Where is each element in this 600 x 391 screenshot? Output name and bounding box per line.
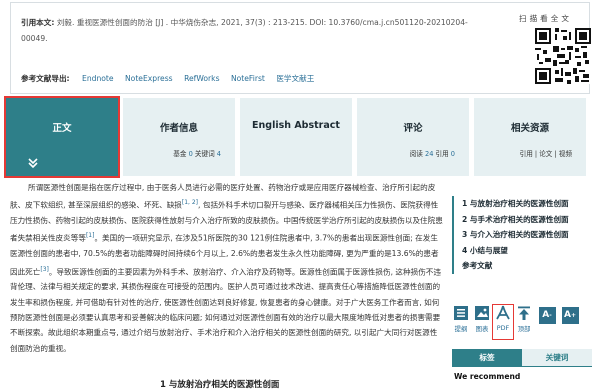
citation-content[interactable]: 刘毅. 重视医源性创面的防治 [J] . 中华烧伤杂志, 2021, 37(3)… — [21, 18, 468, 43]
tab-english-abstract-title: English Abstract — [252, 120, 340, 131]
outline-icon — [454, 306, 468, 320]
qr-code-icon — [535, 28, 591, 84]
font-increase-sign: + — [570, 312, 576, 319]
tab-author-info-title: 作者信息 — [159, 123, 198, 134]
funding-count: 0 — [188, 150, 193, 158]
article-body: 所谓医源性创面是指在医疗过程中, 由于医务人员进行必需的医疗处置、药物治疗或是应… — [10, 180, 444, 356]
tab-fulltext-title: 正文 — [52, 123, 72, 134]
double-chevron-down-icon[interactable] — [26, 156, 40, 170]
tab-comments-title: 评论 — [403, 123, 423, 134]
toc-item[interactable]: 2 与手术治疗相关的医源性创面 — [462, 212, 592, 228]
tab-related-resources-title: 相关资源 — [510, 123, 549, 134]
section-heading: 1 与放射治疗相关的医源性创面 — [160, 380, 280, 390]
figures-button[interactable]: 图表 — [473, 305, 491, 339]
funding-label: 基金 — [173, 150, 187, 158]
font-increase-button[interactable]: A+ — [561, 307, 579, 341]
read-label: 阅读 — [409, 150, 423, 158]
table-of-contents: 1 与放射治疗相关的医源性创面 2 与手术治疗相关的医源性创面 3 与介入治疗相… — [452, 196, 592, 274]
figures-label: 图表 — [475, 325, 489, 333]
citation-ref-link[interactable]: [3] — [40, 266, 49, 273]
font-decrease-sign: - — [549, 312, 552, 319]
font-decrease-icon: A- — [538, 307, 556, 324]
recommend-divider — [452, 366, 592, 367]
export-endnote-link[interactable]: Endnote — [82, 74, 114, 83]
citation-label: 引用本文: — [21, 18, 55, 27]
reference-export-row: 参考文献导出: Endnote NoteExpress RefWorks Not… — [21, 73, 323, 84]
export-noteexpress-link[interactable]: NoteExpress — [125, 74, 173, 83]
tab-comments-stats: 阅读 24 引用 0 — [410, 148, 455, 158]
font-increase-icon: A+ — [561, 307, 579, 324]
tab-english-abstract[interactable]: English Abstract — [240, 98, 352, 176]
recommend-tab-bar: 标签 关键词 — [452, 349, 592, 366]
image-icon — [475, 306, 489, 320]
citation-box: 引用本文: 刘毅. 重视医源性创面的防治 [J] . 中华烧伤杂志, 2021,… — [10, 2, 591, 94]
font-increase-letter: A — [564, 310, 571, 320]
tab-related-resources-links[interactable]: 引用 | 论文 | 视频 — [520, 148, 572, 158]
reference-export-label: 参考文献导出: — [21, 74, 70, 83]
font-decrease-button[interactable]: A- — [538, 307, 556, 341]
tab-author-info-stats: 基金 0 关键词 4 — [173, 148, 221, 158]
tab-author-info[interactable]: 作者信息 基金 0 关键词 4 — [123, 98, 235, 176]
export-refworks-link[interactable]: RefWorks — [184, 74, 219, 83]
tab-tags[interactable]: 标签 — [452, 349, 522, 366]
article-tab-bar: 正文 作者信息 基金 0 关键词 4 English Abstract 评论 阅… — [4, 96, 586, 178]
tab-fulltext[interactable]: 正文 — [4, 96, 120, 178]
outline-button[interactable]: 提纲 — [452, 305, 470, 339]
keyword-label: 关键词 — [194, 150, 215, 158]
export-notefirst-link[interactable]: NoteFirst — [231, 74, 265, 83]
we-recommend-heading: We recommend — [454, 372, 521, 381]
toc-item[interactable]: 4 小结与展望 — [462, 243, 592, 259]
keyword-count: 4 — [216, 150, 221, 158]
tab-comments[interactable]: 评论 阅读 24 引用 0 — [357, 98, 469, 176]
article-paragraph: 所谓医源性创面是指在医疗过程中, 由于医务人员进行必需的医疗处置、药物治疗或是应… — [10, 180, 444, 356]
tab-related-resources[interactable]: 相关资源 引用 | 论文 | 视频 — [474, 98, 586, 176]
paragraph-text: 。导致医源性创面的主要因素为外科手术、放射治疗、介入治疗及药物等。医源性创面属于… — [10, 267, 441, 353]
qr-label: 扫描看全文 — [519, 14, 572, 23]
read-count: 24 — [425, 150, 434, 158]
cite-count: 0 — [450, 150, 455, 158]
citation-text: 引用本文: 刘毅. 重视医源性创面的防治 [J] . 中华烧伤杂志, 2021,… — [21, 15, 471, 47]
arrow-up-icon — [518, 306, 530, 320]
pdf-highlight-frame — [492, 304, 514, 340]
export-yixue-link[interactable]: 医学文献王 — [276, 74, 314, 83]
cite-label: 引用 — [435, 150, 449, 158]
outline-label: 提纲 — [454, 325, 468, 333]
back-to-top-label: 顶部 — [517, 325, 531, 333]
toc-item[interactable]: 3 与介入治疗相关的医源性创面 — [462, 227, 592, 243]
back-to-top-button[interactable]: 顶部 — [515, 305, 533, 339]
toc-item[interactable]: 参考文献 — [462, 258, 592, 274]
toc-item[interactable]: 1 与放射治疗相关的医源性创面 — [462, 196, 592, 212]
citation-ref-link[interactable]: [1, 2] — [182, 199, 198, 206]
tab-keywords[interactable]: 关键词 — [522, 349, 592, 366]
article-tools: 提纲 图表 PDF 顶部 A- A+ — [452, 305, 592, 339]
